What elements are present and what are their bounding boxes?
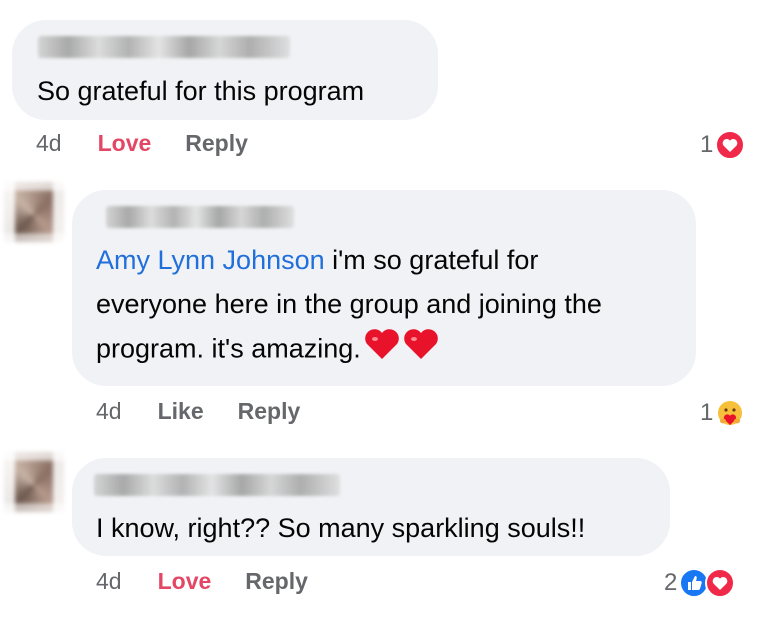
care-reaction-icon	[715, 398, 745, 428]
avatar[interactable]	[4, 452, 64, 512]
comment-text: So grateful for this program	[37, 76, 365, 106]
reaction-count: 1	[700, 399, 714, 426]
love-action-button[interactable]: Love	[158, 568, 212, 595]
comment-text-line-2: everyone here in the group and joining t…	[96, 289, 602, 319]
love-action-button[interactable]: Love	[98, 130, 152, 157]
avatar[interactable]	[4, 182, 64, 242]
comment-actions: 4d Love Reply	[36, 130, 248, 157]
comment-bubble: I know, right?? So many sparkling souls!…	[72, 458, 670, 556]
like-action-button[interactable]: Like	[158, 398, 204, 425]
comment-text: Amy Lynn Johnson i'm so grateful for eve…	[96, 238, 602, 375]
author-name-blurred[interactable]	[38, 36, 290, 58]
author-name-blurred[interactable]	[106, 206, 294, 228]
heart-reaction-icon	[715, 130, 746, 160]
comment-timestamp[interactable]: 4d	[96, 398, 122, 425]
reply-button[interactable]: Reply	[238, 398, 301, 425]
heart-reaction-icon	[705, 568, 736, 598]
reaction-summary[interactable]: 1	[700, 130, 746, 160]
comment-text-line-1: i'm so grateful for	[324, 245, 539, 275]
reply-button[interactable]: Reply	[185, 130, 248, 157]
comment-text-line-3: program. it's amazing.	[96, 333, 361, 364]
reaction-count: 2	[664, 569, 678, 596]
comment-actions: 4d Like Reply	[96, 398, 300, 425]
reaction-summary[interactable]: 2	[664, 568, 736, 598]
comment-text: I know, right?? So many sparkling souls!…	[96, 513, 586, 543]
comment-bubble: So grateful for this program	[12, 20, 438, 120]
comment-timestamp[interactable]: 4d	[36, 130, 62, 157]
red-heart-emoji-icon	[363, 326, 441, 375]
comment-bubble: Amy Lynn Johnson i'm so grateful for eve…	[72, 190, 696, 386]
comment-actions: 4d Love Reply	[96, 568, 308, 595]
comment-timestamp[interactable]: 4d	[96, 568, 122, 595]
mention-link[interactable]: Amy Lynn Johnson	[96, 245, 325, 275]
reaction-summary[interactable]: 1	[700, 398, 745, 428]
reply-button[interactable]: Reply	[245, 568, 308, 595]
reaction-count: 1	[700, 131, 714, 158]
author-name-blurred[interactable]	[94, 474, 340, 496]
